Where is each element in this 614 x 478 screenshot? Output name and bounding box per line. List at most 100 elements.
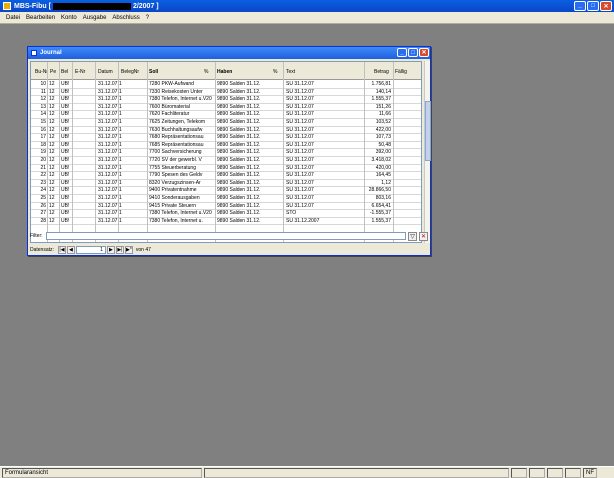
journal-minimize-button[interactable]: _ [397, 48, 407, 57]
cell-datum[interactable]: 31.12.07 [98, 127, 118, 133]
cell-betrag[interactable]: 140,14 [366, 89, 391, 95]
cell-pe[interactable]: 12 [49, 119, 58, 125]
journal-titlebar[interactable]: Journal _ □ ✕ [28, 47, 430, 59]
cell-soll[interactable]: 8320 Verzugszinsen-Ar [149, 180, 214, 186]
cell-pe[interactable]: 12 [49, 180, 58, 186]
cell-haben[interactable]: 9890 Salden 31.12. [217, 89, 277, 95]
cell-datum[interactable]: 31.12.07 [98, 172, 118, 178]
col-bel[interactable]: Bel [61, 69, 68, 75]
col-haben[interactable]: Haben [217, 69, 232, 75]
cell-soll[interactable]: 7625 Zeitungen, Telekom [149, 119, 214, 125]
cell-bel[interactable]: UB! [61, 134, 72, 140]
scrollbar-thumb[interactable] [425, 101, 431, 161]
col-haben-pct[interactable]: % [273, 69, 277, 75]
cell-bu[interactable]: 14 [35, 111, 46, 117]
cell-datum[interactable]: 31.12.07 [98, 187, 118, 193]
cell-bel[interactable]: UB! [61, 81, 72, 87]
cell-soll[interactable]: 7685 Repräsentationsau [149, 142, 214, 148]
cell-haben[interactable]: 9890 Salden 31.12. [217, 104, 277, 110]
cell-datum[interactable]: 31.12.07 [98, 218, 118, 224]
cell-bu[interactable]: 15 [35, 119, 46, 125]
cell-datum[interactable]: 31.12.07 [98, 210, 118, 216]
cell-bu[interactable]: 25 [35, 195, 46, 201]
cell-bel[interactable]: UB! [61, 165, 72, 171]
cell-betrag[interactable]: 420,00 [366, 165, 391, 171]
col-text[interactable]: Text [286, 69, 295, 75]
cell-pe[interactable]: 12 [49, 165, 58, 171]
cell-belegnr[interactable]: 1 [119, 119, 124, 125]
cell-datum[interactable]: 31.12.07 [98, 157, 118, 163]
menu-datei[interactable]: Datei [6, 15, 20, 21]
cell-pe[interactable]: 12 [49, 127, 58, 133]
cell-haben[interactable]: 9890 Salden 31.12. [217, 119, 277, 125]
cell-text[interactable]: SU 31.12.07 [286, 203, 362, 209]
cell-betrag[interactable]: 1.555,37 [366, 96, 391, 102]
menu-abschluss[interactable]: Abschluss [112, 15, 139, 21]
cell-text[interactable]: SU 31.12.07 [286, 119, 362, 125]
cell-datum[interactable]: 31.12.07 [98, 134, 118, 140]
cell-soll[interactable]: 7330 Reisekosten Unter [149, 89, 214, 95]
cell-text[interactable]: SU 31.12.07 [286, 142, 362, 148]
cell-bu[interactable]: 16 [35, 127, 46, 133]
cell-bel[interactable]: UB! [61, 119, 72, 125]
cell-bel[interactable]: UB! [61, 104, 72, 110]
cell-haben[interactable]: 9890 Salden 31.12. [217, 203, 277, 209]
cell-bel[interactable]: UB! [61, 142, 72, 148]
cell-belegnr[interactable]: 1 [119, 111, 124, 117]
nav-last-button[interactable]: ▶| [115, 245, 124, 254]
cell-datum[interactable]: 31.12.07 [98, 111, 118, 117]
cell-belegnr[interactable]: 1 [119, 180, 124, 186]
cell-datum[interactable]: 31.12.07 [98, 81, 118, 87]
col-betrag[interactable]: Betrag [374, 69, 389, 75]
cell-betrag[interactable]: 103,52 [366, 119, 391, 125]
cell-belegnr[interactable]: 1 [119, 165, 124, 171]
cell-belegnr[interactable]: 1 [119, 134, 124, 140]
cell-haben[interactable]: 9890 Salden 31.12. [217, 180, 277, 186]
cell-soll[interactable]: 9415 Private Steuern [149, 203, 214, 209]
cell-bu[interactable]: 18 [35, 142, 46, 148]
cell-text[interactable]: SU 31.12.07 [286, 157, 362, 163]
nav-next-button[interactable]: ▶ [106, 245, 115, 254]
cell-bel[interactable]: UB! [61, 210, 72, 216]
cell-text[interactable]: SU 31.12.07 [286, 180, 362, 186]
cell-haben[interactable]: 9890 Salden 31.12. [217, 96, 277, 102]
cell-text[interactable]: SU 31.12.07 [286, 96, 362, 102]
cell-haben[interactable]: 9890 Salden 31.12. [217, 111, 277, 117]
cell-bel[interactable]: UB! [61, 149, 72, 155]
cell-bu[interactable]: 10 [35, 81, 46, 87]
cell-betrag[interactable]: 803,16 [366, 195, 391, 201]
cell-bu[interactable]: 13 [35, 104, 46, 110]
cell-text[interactable]: SU 31.12.2007 [286, 218, 362, 224]
cell-datum[interactable]: 31.12.07 [98, 149, 118, 155]
cell-soll[interactable]: 7280 PKW-Aufwand [149, 81, 214, 87]
cell-belegnr[interactable]: 1 [119, 127, 124, 133]
cell-bu[interactable]: 22 [35, 172, 46, 178]
cell-bel[interactable]: UB! [61, 111, 72, 117]
cell-bel[interactable]: UB! [61, 96, 72, 102]
cell-bu[interactable]: 11 [35, 89, 46, 95]
cell-betrag[interactable]: 3.418,02 [366, 157, 391, 163]
cell-datum[interactable]: 31.12.07 [98, 165, 118, 171]
cell-belegnr[interactable]: 1 [119, 218, 124, 224]
cell-haben[interactable]: 9890 Salden 31.12. [217, 127, 277, 133]
cell-soll[interactable]: 7700 Sachversicherung [149, 149, 214, 155]
nav-prev-button[interactable]: ◀ [66, 245, 75, 254]
cell-datum[interactable]: 31.12.07 [98, 180, 118, 186]
cell-datum[interactable]: 31.12.07 [98, 142, 118, 148]
menu-bearbeiten[interactable]: Bearbeiten [26, 15, 55, 21]
cell-belegnr[interactable]: 1 [119, 96, 124, 102]
cell-bel[interactable]: UB! [61, 203, 72, 209]
cell-bu[interactable]: 12 [35, 96, 46, 102]
minimize-button[interactable]: _ [574, 1, 586, 11]
cell-pe[interactable]: 12 [49, 142, 58, 148]
cell-haben[interactable]: 9890 Salden 31.12. [217, 195, 277, 201]
grid-scrollbar[interactable] [424, 61, 431, 243]
cell-soll[interactable]: 7630 Buchhaltungsaufw [149, 127, 214, 133]
cell-text[interactable]: SU 31.12.07 [286, 187, 362, 193]
cell-haben[interactable]: 9890 Salden 31.12. [217, 149, 277, 155]
cell-datum[interactable]: 31.12.07 [98, 96, 118, 102]
cell-text[interactable]: STO [286, 210, 362, 216]
cell-soll[interactable]: 7755 Steuerberatung [149, 165, 214, 171]
cell-bel[interactable]: UB! [61, 127, 72, 133]
cell-bel[interactable]: UB! [61, 89, 72, 95]
